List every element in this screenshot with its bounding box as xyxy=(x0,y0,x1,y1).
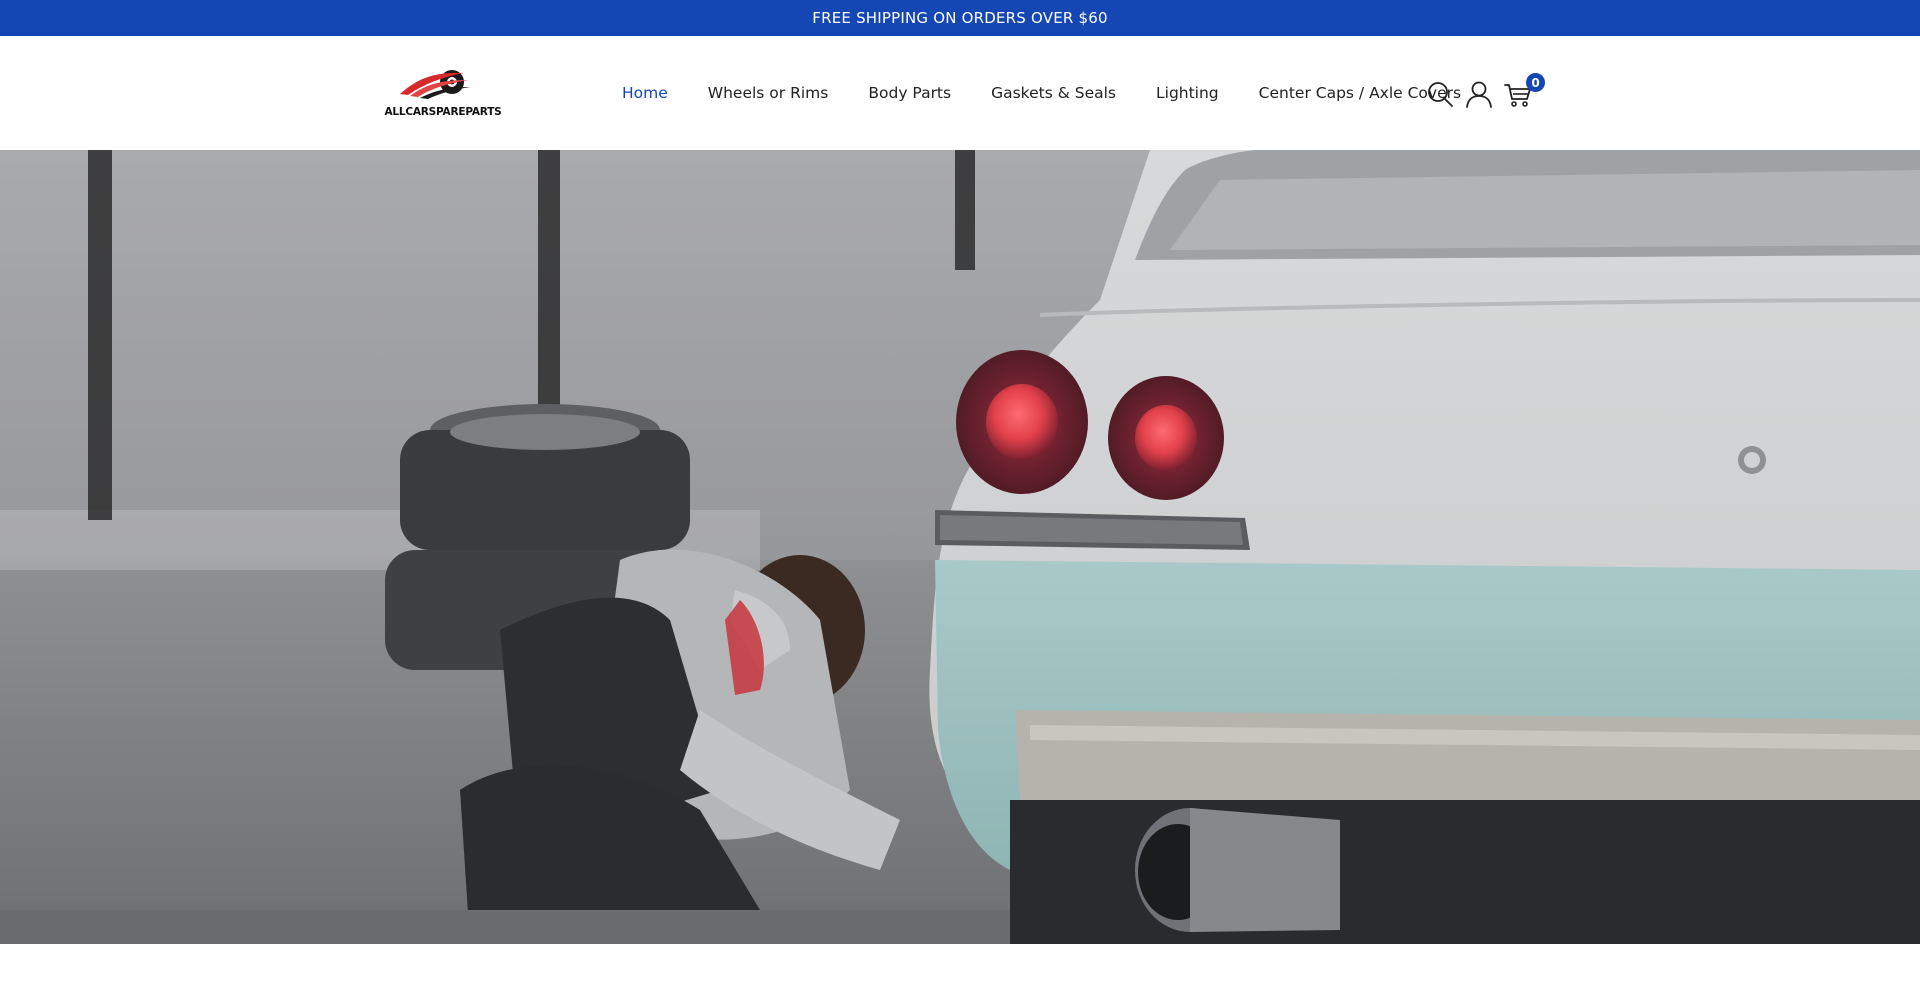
logo-mark-icon xyxy=(400,70,470,99)
site-logo[interactable]: ALLCARSPAREPARTS xyxy=(380,60,506,118)
header-icons: 0 xyxy=(1425,73,1545,110)
cart-count-badge: 0 xyxy=(1526,73,1545,92)
nav-item-body-parts[interactable]: Body Parts xyxy=(868,84,951,102)
announcement-text: FREE SHIPPING ON ORDERS OVER $60 xyxy=(812,9,1108,27)
main-nav: Home Wheels or Rims Body Parts Gaskets &… xyxy=(622,36,1501,150)
search-icon xyxy=(1428,82,1453,107)
logo-text: ALLCARSPAREPARTS xyxy=(384,106,502,118)
nav-item-home[interactable]: Home xyxy=(622,84,668,102)
nav-item-gaskets-seals[interactable]: Gaskets & Seals xyxy=(991,84,1116,102)
page-below-hero xyxy=(0,944,1920,993)
search-button[interactable] xyxy=(1425,79,1455,109)
site-header: ALLCARSPAREPARTS Home Wheels or Rims Bod… xyxy=(0,36,1920,150)
user-icon xyxy=(1466,81,1492,108)
hero-image xyxy=(0,150,1920,944)
announcement-bar: FREE SHIPPING ON ORDERS OVER $60 xyxy=(0,0,1920,36)
nav-item-wheels-or-rims[interactable]: Wheels or Rims xyxy=(708,84,829,102)
account-button[interactable] xyxy=(1464,79,1494,109)
hero-banner xyxy=(0,150,1920,944)
cart-button[interactable]: 0 xyxy=(1503,73,1545,109)
nav-item-lighting[interactable]: Lighting xyxy=(1156,84,1219,102)
